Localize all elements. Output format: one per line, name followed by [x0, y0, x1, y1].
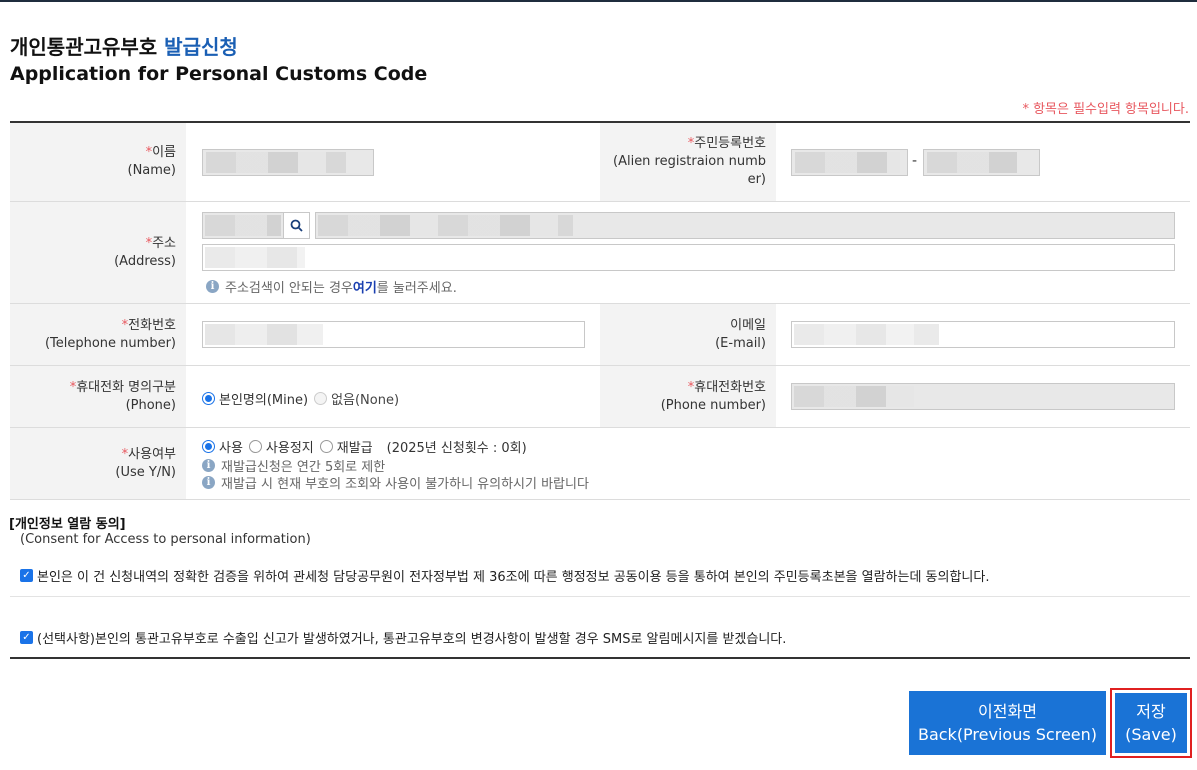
title-accent: 발급신청	[164, 35, 238, 59]
radio-reissue[interactable]	[319, 440, 333, 453]
use-label: *사용여부 (Use Y/N)	[10, 428, 186, 499]
address-cell: i 주소검색이 안되는 경우 여기 를 눌러주세요.	[186, 202, 1190, 303]
radio-suspend[interactable]	[248, 440, 262, 453]
info-icon: i	[202, 476, 215, 489]
use-radios: 사용 사용정지 재발급 (2025년 신청횟수 : 0회)	[202, 437, 527, 456]
phone-cell	[186, 304, 600, 365]
address-label: *주소 (Address)	[10, 202, 186, 303]
email-field[interactable]	[791, 321, 1175, 348]
issue-count: (2025년 신청횟수 : 0회)	[386, 441, 527, 456]
form-bottom-border	[10, 657, 1190, 659]
use-cell: 사용 사용정지 재발급 (2025년 신청횟수 : 0회) i 재발급신청은 연…	[186, 428, 1190, 499]
rrn-separator: -	[912, 153, 918, 169]
email-cell	[776, 304, 1190, 365]
mobile-label: *휴대전화번호 (Phone number)	[600, 366, 776, 427]
consent-title: [개인정보 열람 동의]	[9, 517, 126, 532]
address-help-link[interactable]: 여기	[353, 277, 377, 296]
page-title: 개인통관고유부호 발급신청	[10, 31, 238, 60]
address-hint: i 주소검색이 안되는 경우 여기 를 눌러주세요.	[206, 277, 457, 296]
row-use: *사용여부 (Use Y/N) 사용 사용정지 재발급 (2025년 신청횟수 …	[10, 428, 1190, 500]
email-label: 이메일 (E-mail)	[600, 304, 776, 365]
consent-checkbox-1[interactable]: ✓	[20, 569, 33, 582]
top-border	[0, 0, 1197, 2]
address-main-field[interactable]	[315, 212, 1175, 239]
mobile-type-radios: 본인명의(Mine) 없음(None)	[202, 389, 405, 408]
mobile-type-label: *휴대전화 명의구분 (Phone)	[10, 366, 186, 427]
mobile-cell	[776, 366, 1190, 427]
rrn-back-field[interactable]	[923, 149, 1040, 176]
zipcode-field[interactable]	[202, 212, 284, 239]
phone-field[interactable]	[202, 321, 585, 348]
reissue-warning-note: i 재발급 시 현재 부호의 조회와 사용이 불가하니 유의하시기 바랍니다	[202, 473, 589, 492]
title-main: 개인통관고유부호	[10, 35, 158, 59]
consent-item-1: ✓ 본인은 이 건 신청내역의 정확한 검증을 위하여 관세청 담당공무원이 전…	[20, 566, 989, 585]
page-title-en: Application for Personal Customs Code	[10, 63, 428, 85]
rrn-front-field[interactable]	[791, 149, 908, 176]
address-search-button[interactable]	[283, 212, 310, 239]
mobile-field[interactable]	[791, 383, 1175, 410]
info-icon: i	[206, 280, 219, 293]
consent-subtitle: (Consent for Access to personal informat…	[20, 532, 311, 547]
address-detail-field[interactable]	[202, 244, 1175, 271]
row-name: *이름 (Name) *주민등록번호 (Alien registraion nu…	[10, 123, 1190, 202]
name-cell	[186, 123, 600, 201]
radio-use[interactable]	[202, 440, 215, 453]
consent-checkbox-2[interactable]: ✓	[20, 631, 33, 644]
back-button[interactable]: 이전화면 Back(Previous Screen)	[909, 691, 1106, 755]
row-mobile: *휴대전화 명의구분 (Phone) 본인명의(Mine) 없음(None) *…	[10, 366, 1190, 428]
radio-mine[interactable]	[202, 392, 215, 405]
save-button[interactable]: 저장 (Save)	[1115, 693, 1187, 753]
required-note: * 항목은 필수입력 항목입니다.	[1022, 102, 1189, 117]
consent-divider	[10, 596, 1190, 597]
mobile-type-cell: 본인명의(Mine) 없음(None)	[186, 366, 600, 427]
phone-label: *전화번호 (Telephone number)	[10, 304, 186, 365]
rrn-cell: -	[776, 123, 1190, 201]
name-field[interactable]	[202, 149, 374, 176]
row-phone: *전화번호 (Telephone number) 이메일 (E-mail)	[10, 304, 1190, 366]
save-button-highlight: 저장 (Save)	[1110, 688, 1192, 758]
search-icon	[290, 219, 303, 232]
name-label: *이름 (Name)	[10, 123, 186, 201]
row-address: *주소 (Address) i 주소검색이 안되는 경우 여기 를 눌러주세요.	[10, 202, 1190, 304]
consent-item-2: ✓ (선택사항)본인의 통관고유부호로 수출입 신고가 발생하였거나, 통관고유…	[20, 628, 786, 647]
info-icon: i	[202, 459, 215, 472]
application-form: *이름 (Name) *주민등록번호 (Alien registraion nu…	[10, 121, 1190, 500]
radio-none[interactable]	[314, 392, 328, 405]
rrn-label: *주민등록번호 (Alien registraion numb er)	[600, 123, 776, 201]
